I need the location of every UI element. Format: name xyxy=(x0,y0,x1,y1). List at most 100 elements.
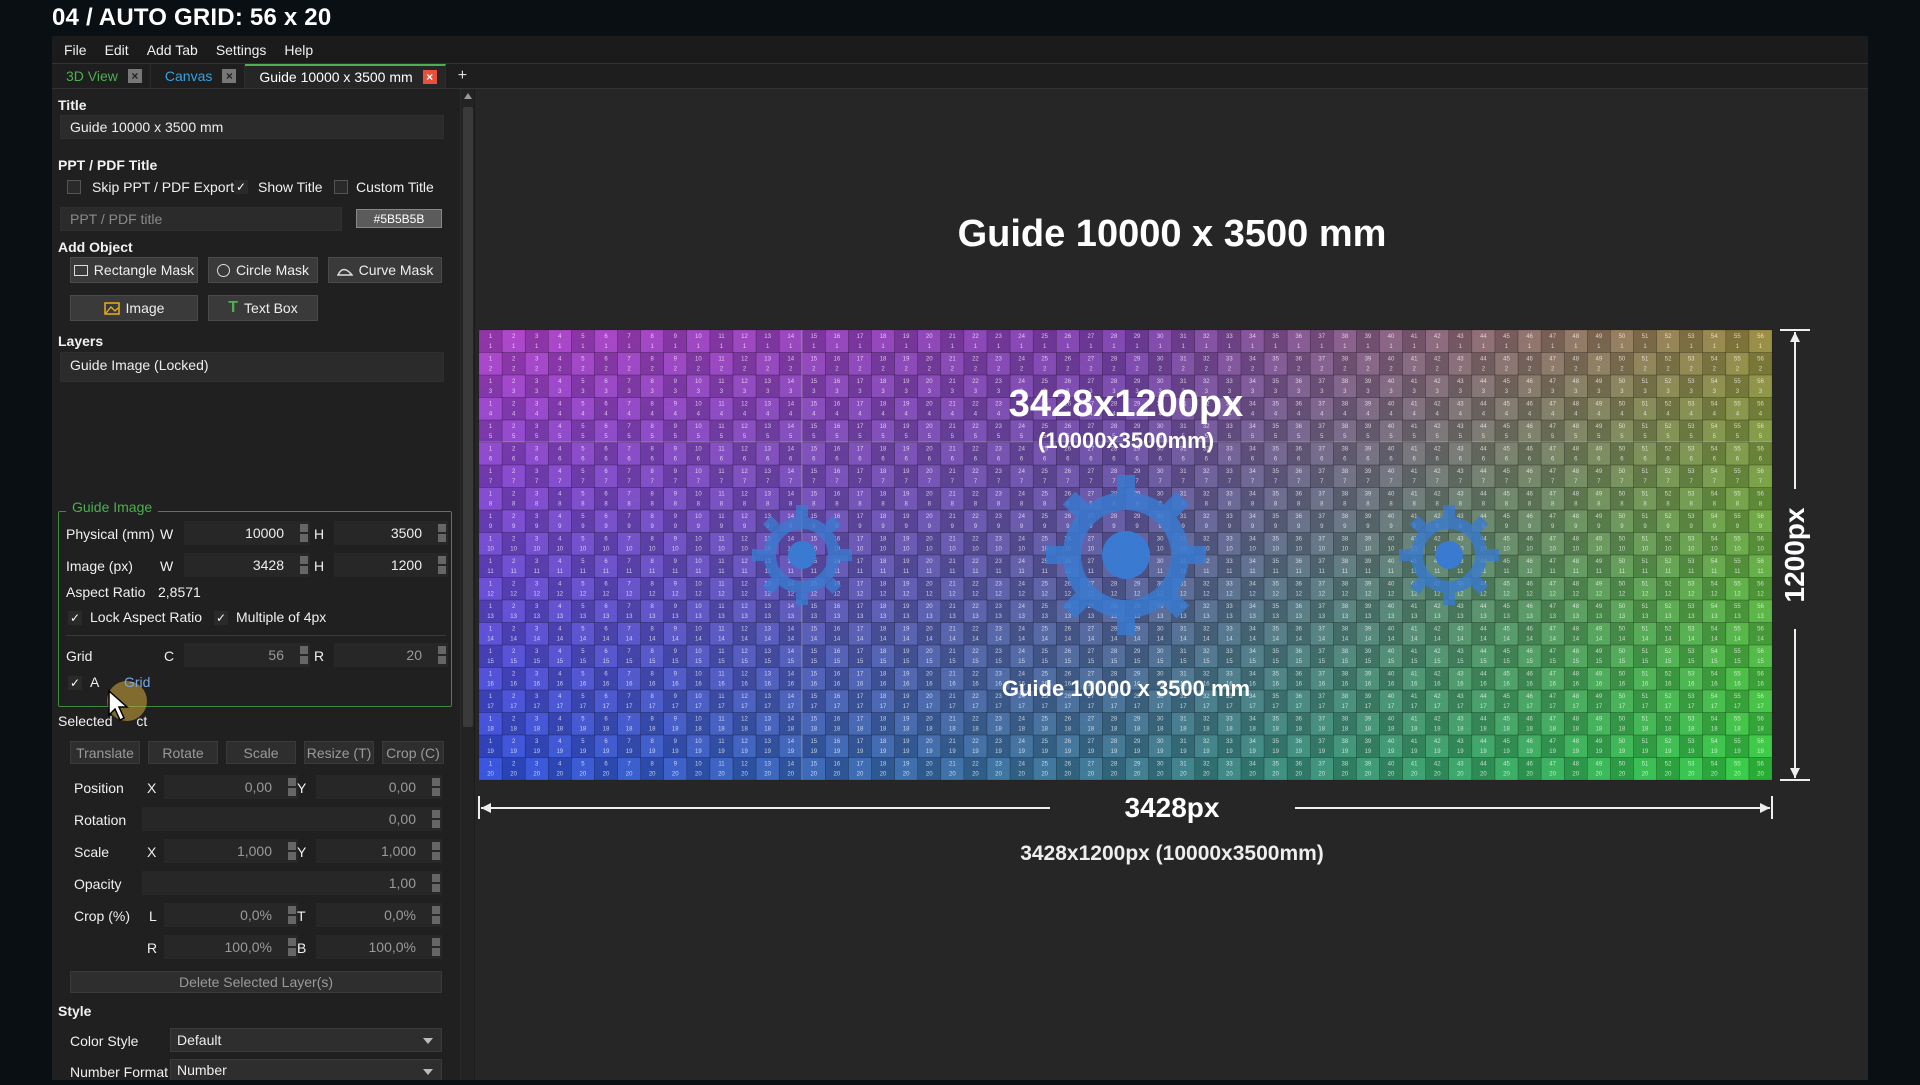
close-icon[interactable]: × xyxy=(222,69,237,83)
spinner[interactable] xyxy=(432,874,440,892)
rotation-input[interactable]: 0,00 xyxy=(142,807,442,831)
crop-top-input[interactable]: 0,0% xyxy=(316,903,442,927)
grid-cell-number: 14 xyxy=(787,627,794,633)
spinner[interactable] xyxy=(288,842,296,860)
close-icon[interactable]: × xyxy=(422,70,437,84)
grid-rows-input[interactable]: 20 xyxy=(334,643,448,667)
ppt-color-swatch[interactable]: #5B5B5B xyxy=(356,209,442,228)
grid-cell-number: 49 xyxy=(1595,582,1602,588)
grid-cell-number: 18 xyxy=(695,727,702,733)
spinner[interactable] xyxy=(288,938,296,956)
color-style-select[interactable]: Default xyxy=(170,1028,442,1052)
number-format-select[interactable]: Number xyxy=(170,1059,442,1080)
grid-cell-number: 17 xyxy=(718,704,725,710)
crop-button[interactable]: Crop (C) xyxy=(382,741,444,764)
panel-scrollbar[interactable] xyxy=(460,89,474,1080)
grid-cell-number: 39 xyxy=(1365,334,1372,340)
crop-right-input[interactable]: 100,0% xyxy=(164,935,298,959)
grid-cell-number: 47 xyxy=(1549,537,1556,543)
circle-mask-button[interactable]: Circle Mask xyxy=(208,257,318,283)
grid-cell-number: 19 xyxy=(903,604,910,610)
resize-button[interactable]: Resize (T) xyxy=(304,741,374,764)
delete-layers-button[interactable]: Delete Selected Layer(s) xyxy=(70,971,442,993)
menu-file[interactable]: File xyxy=(64,42,87,58)
grid-cell-number: 12 xyxy=(1180,592,1187,598)
position-x-input[interactable]: 0,00 xyxy=(164,775,298,799)
menu-settings[interactable]: Settings xyxy=(216,42,267,58)
tab-canvas[interactable]: Canvas × xyxy=(151,64,246,88)
show-title-checkbox[interactable]: ✓ xyxy=(234,180,248,194)
grid-cell-number: 24 xyxy=(1018,492,1025,498)
translate-label: Translate xyxy=(76,744,134,761)
scroll-up-icon[interactable] xyxy=(464,93,472,99)
multiple-4px-checkbox[interactable]: ✓ xyxy=(214,611,228,625)
grid-cell-number: 52 xyxy=(1665,334,1672,340)
grid-cell-number: 38 xyxy=(1342,739,1349,745)
spinner[interactable] xyxy=(432,842,440,860)
spinner[interactable] xyxy=(432,906,440,924)
grid-cell-number: 20 xyxy=(580,772,587,778)
spinner[interactable] xyxy=(438,646,446,664)
spinner[interactable] xyxy=(432,778,440,796)
grid-cell-number: 50 xyxy=(1619,739,1626,745)
spinner[interactable] xyxy=(300,646,308,664)
add-tab-button[interactable]: + xyxy=(446,64,479,88)
grid-cell-number: 55 xyxy=(1734,694,1741,700)
title-input[interactable]: Guide 10000 x 3500 mm xyxy=(60,115,444,139)
image-h-input[interactable]: 1200 xyxy=(334,553,448,577)
scale-button[interactable]: Scale xyxy=(226,741,296,764)
spinner[interactable] xyxy=(438,556,446,574)
grid-cell-number: 41 xyxy=(1411,334,1418,340)
crop-bottom-input[interactable]: 100,0% xyxy=(316,935,442,959)
crop-label: Crop (C) xyxy=(386,744,440,761)
skip-ppt-checkbox[interactable] xyxy=(67,180,81,194)
position-y-input[interactable]: 0,00 xyxy=(316,775,442,799)
grid-cell-number: 14 xyxy=(1203,637,1210,643)
grid-columns-input[interactable]: 56 xyxy=(184,643,310,667)
text-box-button[interactable]: T Text Box xyxy=(208,295,318,321)
menu-edit[interactable]: Edit xyxy=(105,42,129,58)
rotate-button[interactable]: Rotate xyxy=(148,741,218,764)
curve-mask-button[interactable]: Curve Mask xyxy=(328,257,442,283)
lock-aspect-checkbox[interactable]: ✓ xyxy=(68,611,82,625)
grid-cell-number: 19 xyxy=(580,749,587,755)
spinner[interactable] xyxy=(432,810,440,828)
menu-add-tab[interactable]: Add Tab xyxy=(147,42,198,58)
grid-cell-number: 16 xyxy=(834,379,841,385)
scale-y-input[interactable]: 1,000 xyxy=(316,839,442,863)
menu-help[interactable]: Help xyxy=(284,42,313,58)
physical-w-input[interactable]: 10000 xyxy=(184,521,310,545)
physical-h-input[interactable]: 3500 xyxy=(334,521,448,545)
crop-left-input[interactable]: 0,0% xyxy=(164,903,298,927)
image-w-input[interactable]: 3428 xyxy=(184,553,310,577)
canvas-heading: Guide 10000 x 3500 mm xyxy=(958,213,1387,255)
canvas-area[interactable]: Guide 10000 x 3500 mm 112131415161718191… xyxy=(475,89,1868,1080)
rectangle-mask-button[interactable]: Rectangle Mask xyxy=(70,257,198,283)
close-icon[interactable]: × xyxy=(127,69,142,83)
layer-item[interactable]: Guide Image (Locked) xyxy=(60,352,444,382)
custom-title-checkbox[interactable] xyxy=(334,180,348,194)
image-button[interactable]: Image xyxy=(70,295,198,321)
spinner[interactable] xyxy=(432,938,440,956)
spinner[interactable] xyxy=(288,906,296,924)
translate-button[interactable]: Translate xyxy=(70,741,140,764)
grid-cell-number: 44 xyxy=(1480,649,1487,655)
grid-cell-number: 14 xyxy=(1757,637,1764,643)
spinner[interactable] xyxy=(438,524,446,542)
opacity-input[interactable]: 1,00 xyxy=(142,871,442,895)
spinner[interactable] xyxy=(300,524,308,542)
ppt-title-input[interactable]: PPT / PDF title xyxy=(60,207,342,231)
grid-cell-number: 36 xyxy=(1295,469,1302,475)
spinner[interactable] xyxy=(300,556,308,574)
scrollbar-thumb[interactable] xyxy=(463,107,473,727)
grid-cell-number: 19 xyxy=(1226,749,1233,755)
spinner[interactable] xyxy=(288,778,296,796)
tab-guide[interactable]: Guide 10000 x 3500 mm × xyxy=(245,64,446,88)
crop-left-value: 0,0% xyxy=(240,907,272,923)
grid-cell-number: 14 xyxy=(926,637,933,643)
scale-x-input[interactable]: 1,000 xyxy=(164,839,298,863)
grid-cell-number: 26 xyxy=(1064,469,1071,475)
auto-grid-checkbox[interactable]: ✓ xyxy=(68,676,82,690)
grid-cell-number: 25 xyxy=(1041,492,1048,498)
tab-3d-view[interactable]: 3D View × xyxy=(52,64,151,88)
